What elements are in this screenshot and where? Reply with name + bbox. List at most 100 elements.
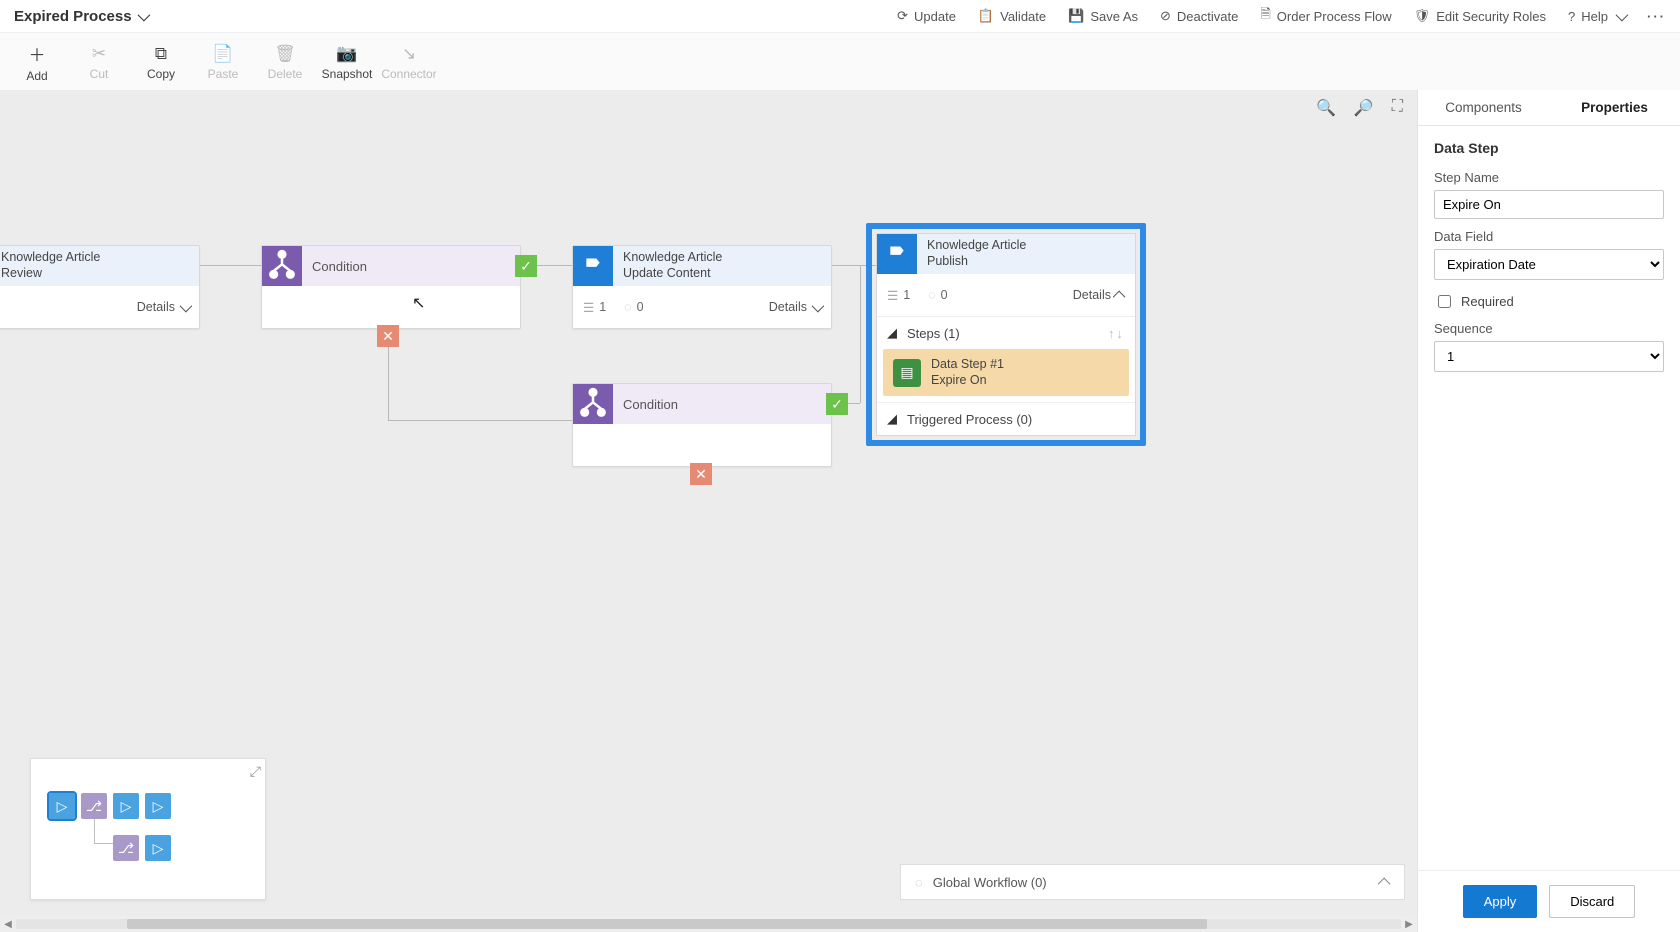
add-button[interactable]: ＋Add [10, 37, 64, 87]
order-flow-label: Order Process Flow [1277, 9, 1392, 24]
canvas-view-controls: 🔍 🔎 ⛶ [1316, 98, 1403, 118]
validate-button[interactable]: 📋 Validate [978, 8, 1046, 24]
chevron-up-icon [1381, 875, 1390, 890]
details-toggle[interactable]: Details [137, 300, 189, 314]
scroll-thumb[interactable] [127, 919, 1207, 929]
tab-properties[interactable]: Properties [1549, 90, 1680, 125]
triggered-process-section-header[interactable]: ◢ Triggered Process (0) [877, 402, 1135, 435]
connector-label: Connector [381, 67, 436, 81]
stage-review[interactable]: Knowledge ArticleReview ◌0 Details [0, 245, 200, 329]
condition-false-badge: ✕ [690, 463, 712, 485]
cut-label: Cut [90, 67, 109, 81]
condition-2[interactable]: Condition [572, 383, 832, 467]
chevron-down-icon [137, 8, 150, 21]
panel-tabs: Components Properties [1418, 90, 1680, 126]
properties-panel: Components Properties Data Step Step Nam… [1417, 90, 1680, 932]
triangle-icon: ◢ [887, 325, 897, 341]
snapshot-button[interactable]: 📷 Snapshot [320, 37, 374, 87]
apply-button[interactable]: Apply [1463, 885, 1538, 918]
clipboard-icon: 📋 [978, 8, 994, 24]
global-workflow-label: Global Workflow (0) [933, 875, 1047, 890]
help-label: Help [1581, 9, 1608, 24]
scroll-left-button[interactable]: ◀ [0, 919, 16, 930]
data-step-item[interactable]: ▤ Data Step #1Expire On [883, 349, 1129, 396]
spinner-icon: ◌ [624, 300, 631, 314]
condition-1[interactable]: Condition [261, 245, 521, 329]
update-button[interactable]: ⟳ Update [897, 8, 956, 24]
condition-label: Condition [623, 397, 678, 412]
validate-label: Validate [1000, 9, 1046, 24]
process-title-dropdown[interactable]: Expired Process [14, 8, 147, 25]
branch-icon [262, 246, 302, 286]
stage-title-1: Knowledge Article [1, 250, 100, 266]
scroll-track[interactable] [16, 919, 1401, 929]
minimap-line [94, 843, 114, 844]
scroll-right-button[interactable]: ▶ [1401, 919, 1417, 930]
step-subtitle: Expire On [931, 373, 1004, 389]
snapshot-label: Snapshot [322, 67, 373, 81]
copy-icon: ⧉ [155, 44, 167, 64]
deactivate-label: Deactivate [1177, 9, 1238, 24]
paste-icon: 📄 [212, 44, 233, 64]
delete-label: Delete [268, 67, 303, 81]
document-icon: 🗎 [1260, 5, 1270, 27]
data-field-select[interactable]: Expiration Date [1434, 249, 1664, 280]
stage-title-2: Update Content [623, 266, 722, 282]
details-toggle[interactable]: Details [769, 300, 821, 314]
connector-button: ↘Connector [382, 37, 436, 87]
minimap[interactable]: ⤢ ▷ ⎇ ▷ ▷ ⎇ ▷ [30, 758, 266, 900]
condition-icon [573, 384, 613, 424]
horizontal-scrollbar[interactable]: ◀ ▶ [0, 916, 1417, 932]
reorder-arrows[interactable]: ↑↓ [1108, 326, 1125, 341]
sequence-select[interactable]: 1 [1434, 341, 1664, 372]
sequence-label: Sequence [1434, 321, 1664, 336]
stage-icon [573, 246, 613, 286]
required-label: Required [1461, 294, 1514, 309]
stage-publish[interactable]: Knowledge ArticlePublish ☰1 ◌0 Details ◢… [876, 233, 1136, 436]
deactivate-icon: ⊘ [1160, 8, 1171, 24]
minimap-expand-button[interactable]: ⤢ [250, 763, 261, 780]
edit-security-roles-button[interactable]: 🛡 Edit Security Roles [1414, 8, 1546, 24]
stage-title-1: Knowledge Article [623, 250, 722, 266]
update-label: Update [914, 9, 956, 24]
connector-line [388, 420, 578, 421]
zoom-out-button[interactable]: 🔎 [1354, 98, 1374, 118]
required-checkbox[interactable] [1438, 295, 1451, 308]
condition-true-badge: ✓ [515, 255, 537, 277]
step-title: Data Step #1 [931, 357, 1004, 373]
roles-icon: 🛡 [1414, 8, 1431, 24]
order-process-flow-button[interactable]: 🗎 Order Process Flow [1260, 5, 1391, 27]
steps-section-header[interactable]: ◢ Steps (1) ↑↓ [877, 316, 1135, 349]
canvas[interactable]: 🔍 🔎 ⛶ Knowledge ArticleReview ◌0 Details [0, 90, 1417, 932]
paste-button: 📄Paste [196, 37, 250, 87]
edit-roles-label: Edit Security Roles [1436, 9, 1546, 24]
fit-screen-button[interactable]: ⛶ [1392, 98, 1403, 118]
condition-icon [262, 246, 302, 286]
zoom-in-button[interactable]: 🔍 [1316, 98, 1336, 118]
title-bar: Expired Process ⟳ Update 📋 Validate 💾 Save … [0, 0, 1680, 33]
help-button[interactable]: ?Help [1568, 9, 1625, 24]
copy-button[interactable]: ⧉Copy [134, 37, 188, 87]
condition-true-badge: ✓ [826, 393, 848, 415]
stage-title-2: Publish [927, 254, 1026, 270]
cut-button: ✂Cut [72, 37, 126, 87]
process-title-text: Expired Process [14, 8, 132, 25]
stage-update-content[interactable]: Knowledge ArticleUpdate Content ☰1 ◌0 De… [572, 245, 832, 329]
step-name-input[interactable] [1434, 190, 1664, 219]
details-toggle[interactable]: Details [1073, 288, 1125, 302]
stage-title-2: Review [1, 266, 100, 282]
count-value: 1 [903, 288, 910, 302]
toolbar: ＋Add ✂Cut ⧉Copy 📄Paste 🗑Delete 📷Snapshot… [0, 33, 1680, 92]
flow-surface: Knowledge ArticleReview ◌0 Details Condi… [0, 165, 1350, 765]
details-label: Details [1073, 288, 1111, 302]
save-as-button[interactable]: 💾 Save As [1068, 8, 1138, 24]
discard-button[interactable]: Discard [1549, 885, 1635, 918]
tab-components[interactable]: Components [1418, 90, 1549, 125]
more-commands-button[interactable]: ··· [1647, 9, 1666, 24]
save-as-label: Save As [1090, 9, 1138, 24]
deactivate-button[interactable]: ⊘ Deactivate [1160, 8, 1238, 24]
global-workflow-bar[interactable]: ◌ Global Workflow (0) [900, 864, 1405, 900]
camera-icon: 📷 [336, 44, 357, 64]
refresh-icon: ⟳ [897, 8, 908, 24]
save-icon: 💾 [1068, 8, 1084, 24]
